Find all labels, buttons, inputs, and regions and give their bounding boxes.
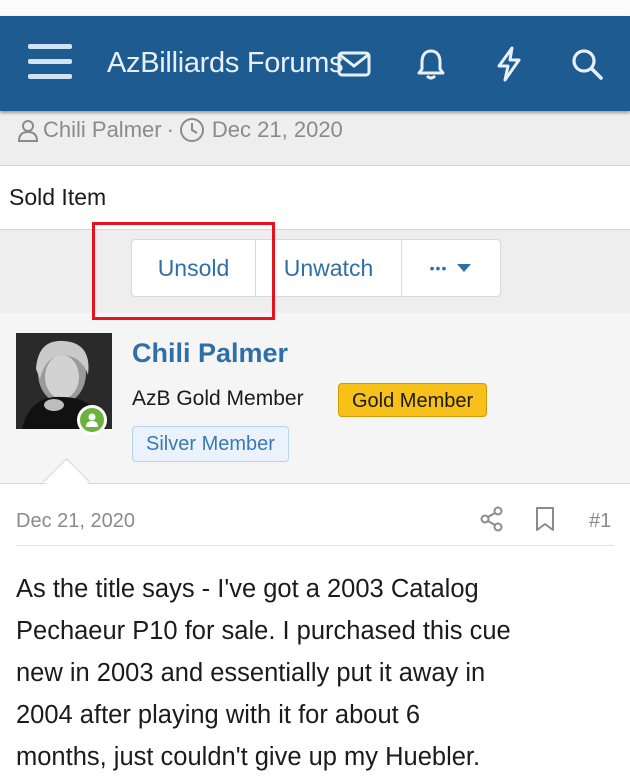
more-options-button[interactable]: ••• [401,240,500,296]
post-attribution: Dec 21, 2020 #1 [0,484,630,546]
unsold-button[interactable]: Unsold [132,240,255,296]
user-icon [16,118,40,142]
thread-prefix-row: Sold Item [0,166,630,230]
post-body-line: new in 2003 and essentially put it away … [16,659,486,687]
clock-icon [179,117,205,143]
search-icon[interactable] [567,46,607,82]
post-username[interactable]: Chili Palmer [132,338,288,369]
thread-date[interactable]: Dec 21, 2020 [212,117,343,143]
thread-meta-bar: Chili Palmer · Dec 21, 2020 [0,111,630,166]
thread-action-buttons: Unsold Unwatch ••• [131,239,501,297]
caret-down-icon [456,263,472,273]
meta-separator: · [166,117,174,142]
top-navbar: AzBilliards Forums [0,16,630,111]
post-body-line: 2004 after playing with it for about 6 [16,701,421,729]
envelope-icon[interactable] [334,46,374,82]
post-date[interactable]: Dec 21, 2020 [16,510,135,533]
post-user-block: Chili Palmer AzB Gold Member Gold Member… [0,313,630,484]
post-body: As the title says - I've got a 2003 Cata… [16,568,620,778]
site-brand[interactable]: AzBilliards Forums [107,47,344,80]
silver-member-badge: Silver Member [132,426,289,462]
post-divider [16,545,614,546]
menu-icon[interactable] [28,44,72,80]
thread-actions-bar: Unsold Unwatch ••• [0,230,630,314]
bookmark-icon[interactable] [535,506,555,532]
user-title: AzB Gold Member [132,387,304,410]
thread-prefix-label: Sold Item [9,184,107,210]
post-body-line: Pechaeur P10 for sale. I purchased this … [16,617,511,645]
share-icon[interactable] [480,506,504,532]
bell-icon[interactable] [411,46,451,82]
online-status-icon [77,405,107,435]
browser-top-strip [0,0,630,16]
more-dots: ••• [429,260,448,276]
post-body-line: As the title says - I've got a 2003 Cata… [16,575,479,603]
post-body-line: months, just couldn't give up my Huebler… [16,743,481,771]
lightning-icon[interactable] [489,46,529,82]
gold-member-badge: Gold Member [338,383,488,417]
post-number[interactable]: #1 [589,510,611,533]
unwatch-button[interactable]: Unwatch [255,240,401,296]
thread-author[interactable]: Chili Palmer [43,117,162,143]
